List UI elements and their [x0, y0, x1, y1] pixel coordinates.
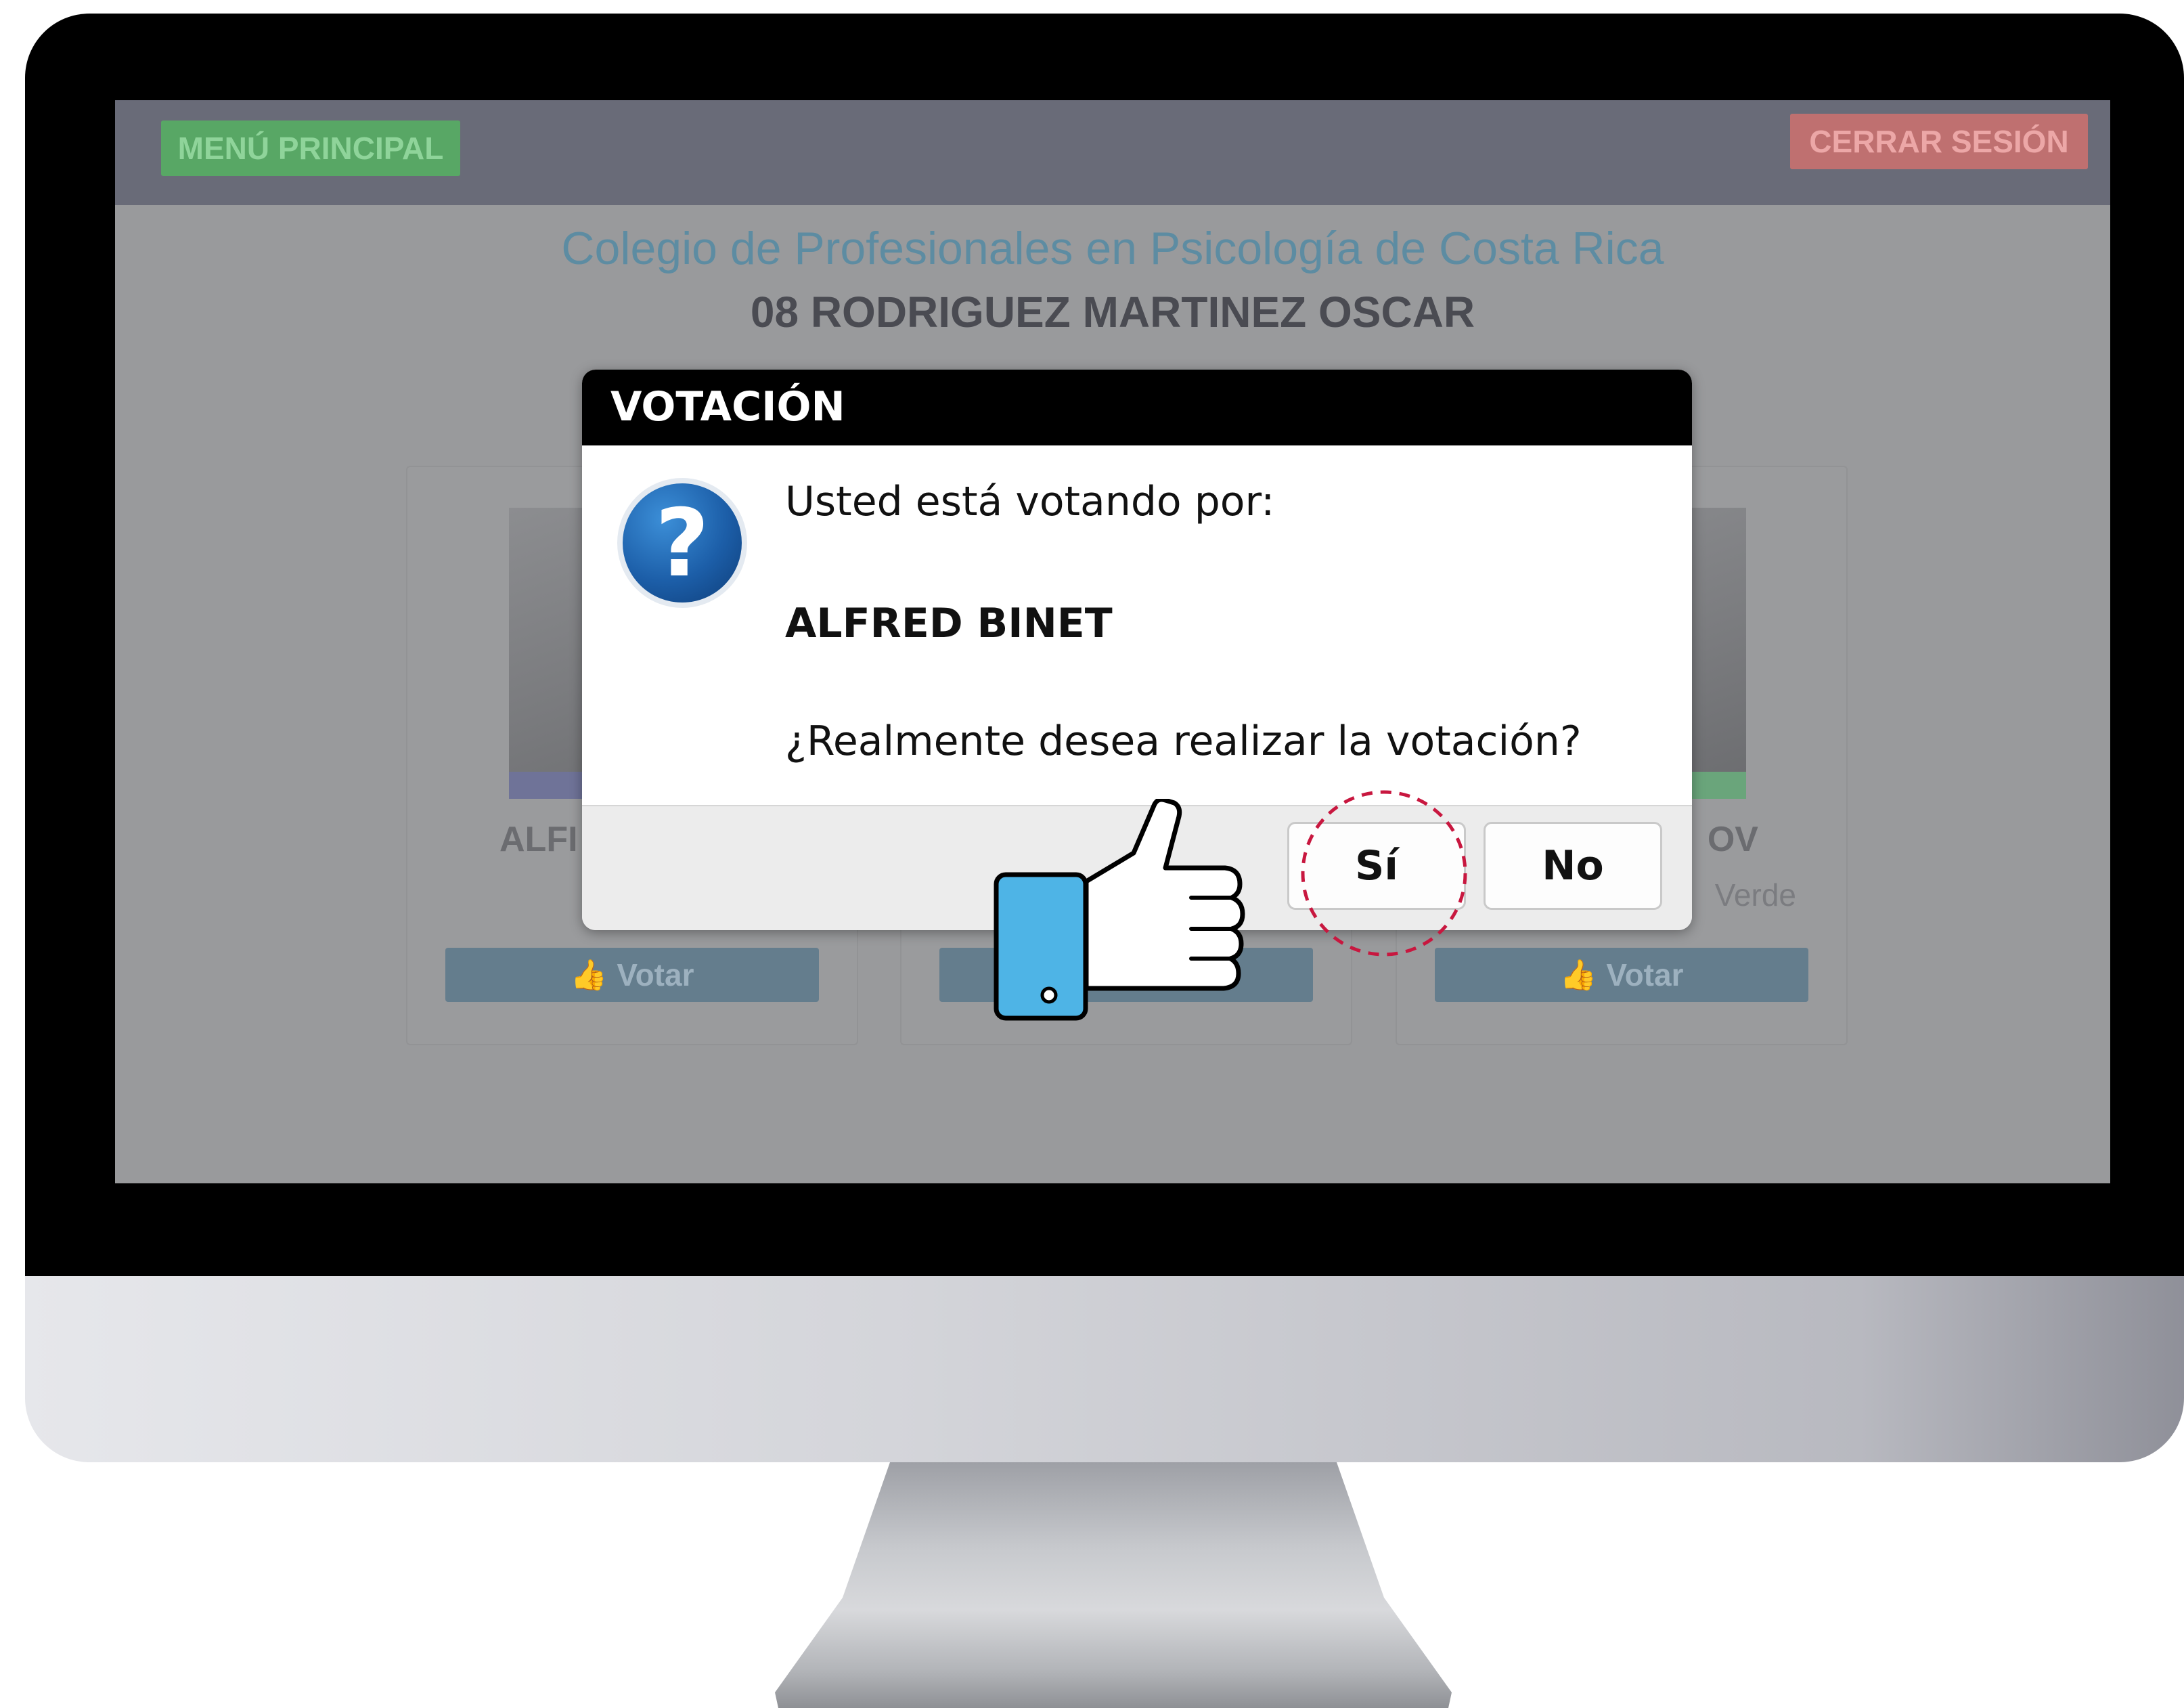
thumbs-up-pointer-icon — [994, 799, 1245, 1021]
click-highlight-ring — [1301, 790, 1467, 957]
vote-button-label: Votar — [617, 957, 694, 992]
thumbs-up-icon: 👍 — [1559, 959, 1597, 992]
voter-name: 08 RODRIGUEZ MARTINEZ OSCAR — [750, 288, 1475, 336]
dialog-header: VOTACIÓN — [582, 370, 1692, 445]
question-icon: ? — [617, 478, 747, 608]
monitor-chin — [25, 1276, 2184, 1462]
confirmation-question: ¿Realmente desea realizar la votación? — [785, 718, 1582, 765]
selected-candidate: ALFRED BINET — [785, 600, 1113, 647]
vote-button[interactable]: 👍 Votar — [1435, 948, 1808, 1002]
organization-title: Colegio de Profesionales en Psicología d… — [561, 223, 1664, 274]
thumbs-up-icon: 👍 — [570, 959, 608, 992]
top-bar: MENÚ PRINCIPAL CERRAR SESIÓN — [115, 100, 2110, 205]
vote-button-label: Votar — [1606, 957, 1684, 992]
confirm-no-button[interactable]: No — [1484, 822, 1662, 910]
main-menu-button[interactable]: MENÚ PRINCIPAL — [161, 121, 460, 176]
dialog-title: VOTACIÓN — [610, 383, 845, 431]
logout-button[interactable]: CERRAR SESIÓN — [1790, 114, 2088, 169]
vote-button[interactable]: 👍 Votar — [445, 948, 819, 1002]
dialog-message: Usted está votando por: — [785, 478, 1275, 525]
monitor-stand — [775, 1462, 1452, 1708]
